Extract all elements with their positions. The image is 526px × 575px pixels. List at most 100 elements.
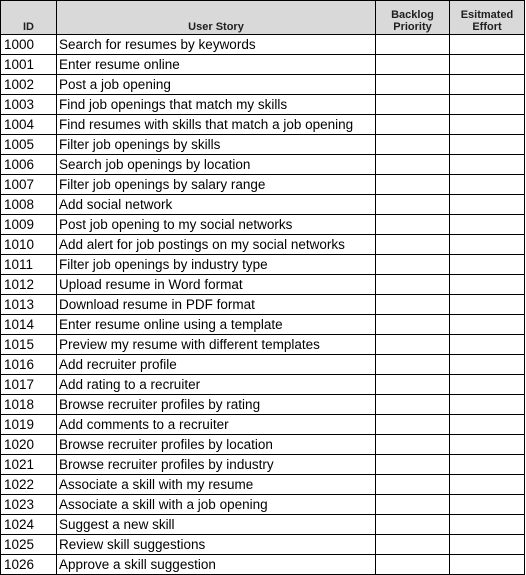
cell-backlog-priority[interactable] xyxy=(375,214,450,235)
cell-backlog-priority[interactable] xyxy=(375,274,450,295)
cell-id[interactable]: 1025 xyxy=(0,534,57,555)
cell-user-story[interactable]: Filter job openings by salary range xyxy=(56,174,376,195)
header-id[interactable]: ID xyxy=(0,0,57,35)
cell-estimated-effort[interactable] xyxy=(449,74,525,95)
header-user-story[interactable]: User Story xyxy=(56,0,376,35)
cell-estimated-effort[interactable] xyxy=(449,254,525,275)
cell-id[interactable]: 1011 xyxy=(0,254,57,275)
cell-estimated-effort[interactable] xyxy=(449,134,525,155)
cell-id[interactable]: 1003 xyxy=(0,94,57,115)
cell-backlog-priority[interactable] xyxy=(375,454,450,475)
cell-backlog-priority[interactable] xyxy=(375,494,450,515)
cell-backlog-priority[interactable] xyxy=(375,134,450,155)
cell-estimated-effort[interactable] xyxy=(449,534,525,555)
cell-estimated-effort[interactable] xyxy=(449,34,525,55)
cell-user-story[interactable]: Upload resume in Word format xyxy=(56,274,376,295)
cell-id[interactable]: 1001 xyxy=(0,54,57,75)
cell-user-story[interactable]: Post job opening to my social networks xyxy=(56,214,376,235)
cell-id[interactable]: 1020 xyxy=(0,434,57,455)
cell-id[interactable]: 1026 xyxy=(0,554,57,575)
cell-backlog-priority[interactable] xyxy=(375,154,450,175)
cell-user-story[interactable]: Associate a skill with a job opening xyxy=(56,494,376,515)
cell-estimated-effort[interactable] xyxy=(449,514,525,535)
cell-estimated-effort[interactable] xyxy=(449,194,525,215)
cell-user-story[interactable]: Add recruiter profile xyxy=(56,354,376,375)
cell-estimated-effort[interactable] xyxy=(449,154,525,175)
cell-user-story[interactable]: Associate a skill with my resume xyxy=(56,474,376,495)
cell-id[interactable]: 1006 xyxy=(0,154,57,175)
cell-backlog-priority[interactable] xyxy=(375,354,450,375)
cell-estimated-effort[interactable] xyxy=(449,414,525,435)
cell-backlog-priority[interactable] xyxy=(375,374,450,395)
cell-user-story[interactable]: Approve a skill suggestion xyxy=(56,554,376,575)
cell-backlog-priority[interactable] xyxy=(375,34,450,55)
cell-backlog-priority[interactable] xyxy=(375,414,450,435)
cell-id[interactable]: 1022 xyxy=(0,474,57,495)
cell-estimated-effort[interactable] xyxy=(449,214,525,235)
cell-user-story[interactable]: Find job openings that match my skills xyxy=(56,94,376,115)
cell-estimated-effort[interactable] xyxy=(449,174,525,195)
cell-estimated-effort[interactable] xyxy=(449,354,525,375)
cell-backlog-priority[interactable] xyxy=(375,434,450,455)
cell-user-story[interactable]: Browse recruiter profiles by rating xyxy=(56,394,376,415)
cell-id[interactable]: 1024 xyxy=(0,514,57,535)
cell-backlog-priority[interactable] xyxy=(375,94,450,115)
cell-estimated-effort[interactable] xyxy=(449,434,525,455)
cell-user-story[interactable]: Add comments to a recruiter xyxy=(56,414,376,435)
cell-user-story[interactable]: Enter resume online xyxy=(56,54,376,75)
cell-user-story[interactable]: Search job openings by location xyxy=(56,154,376,175)
cell-backlog-priority[interactable] xyxy=(375,294,450,315)
cell-user-story[interactable]: Suggest a new skill xyxy=(56,514,376,535)
cell-id[interactable]: 1016 xyxy=(0,354,57,375)
cell-backlog-priority[interactable] xyxy=(375,334,450,355)
cell-backlog-priority[interactable] xyxy=(375,394,450,415)
cell-estimated-effort[interactable] xyxy=(449,394,525,415)
cell-id[interactable]: 1015 xyxy=(0,334,57,355)
cell-id[interactable]: 1017 xyxy=(0,374,57,395)
cell-id[interactable]: 1021 xyxy=(0,454,57,475)
cell-user-story[interactable]: Browse recruiter profiles by location xyxy=(56,434,376,455)
cell-id[interactable]: 1007 xyxy=(0,174,57,195)
cell-user-story[interactable]: Filter job openings by skills xyxy=(56,134,376,155)
cell-estimated-effort[interactable] xyxy=(449,234,525,255)
cell-user-story[interactable]: Add social network xyxy=(56,194,376,215)
cell-user-story[interactable]: Review skill suggestions xyxy=(56,534,376,555)
cell-backlog-priority[interactable] xyxy=(375,514,450,535)
cell-id[interactable]: 1012 xyxy=(0,274,57,295)
cell-backlog-priority[interactable] xyxy=(375,114,450,135)
header-estimated-effort[interactable]: Esitmated Effort xyxy=(449,0,525,35)
cell-backlog-priority[interactable] xyxy=(375,54,450,75)
header-backlog-priority[interactable]: Backlog Priority xyxy=(375,0,450,35)
cell-backlog-priority[interactable] xyxy=(375,474,450,495)
cell-backlog-priority[interactable] xyxy=(375,194,450,215)
cell-backlog-priority[interactable] xyxy=(375,174,450,195)
cell-estimated-effort[interactable] xyxy=(449,474,525,495)
cell-estimated-effort[interactable] xyxy=(449,94,525,115)
cell-id[interactable]: 1005 xyxy=(0,134,57,155)
cell-id[interactable]: 1008 xyxy=(0,194,57,215)
cell-user-story[interactable]: Add alert for job postings on my social … xyxy=(56,234,376,255)
cell-backlog-priority[interactable] xyxy=(375,314,450,335)
cell-backlog-priority[interactable] xyxy=(375,74,450,95)
cell-user-story[interactable]: Add rating to a recruiter xyxy=(56,374,376,395)
cell-id[interactable]: 1010 xyxy=(0,234,57,255)
cell-user-story[interactable]: Find resumes with skills that match a jo… xyxy=(56,114,376,135)
cell-id[interactable]: 1004 xyxy=(0,114,57,135)
cell-user-story[interactable]: Filter job openings by industry type xyxy=(56,254,376,275)
cell-user-story[interactable]: Post a job opening xyxy=(56,74,376,95)
cell-user-story[interactable]: Search for resumes by keywords xyxy=(56,34,376,55)
cell-backlog-priority[interactable] xyxy=(375,234,450,255)
cell-id[interactable]: 1014 xyxy=(0,314,57,335)
cell-estimated-effort[interactable] xyxy=(449,334,525,355)
cell-estimated-effort[interactable] xyxy=(449,274,525,295)
cell-id[interactable]: 1000 xyxy=(0,34,57,55)
cell-id[interactable]: 1009 xyxy=(0,214,57,235)
cell-user-story[interactable]: Enter resume online using a template xyxy=(56,314,376,335)
cell-estimated-effort[interactable] xyxy=(449,314,525,335)
cell-estimated-effort[interactable] xyxy=(449,54,525,75)
cell-id[interactable]: 1023 xyxy=(0,494,57,515)
cell-id[interactable]: 1018 xyxy=(0,394,57,415)
cell-id[interactable]: 1019 xyxy=(0,414,57,435)
cell-user-story[interactable]: Download resume in PDF format xyxy=(56,294,376,315)
cell-estimated-effort[interactable] xyxy=(449,374,525,395)
